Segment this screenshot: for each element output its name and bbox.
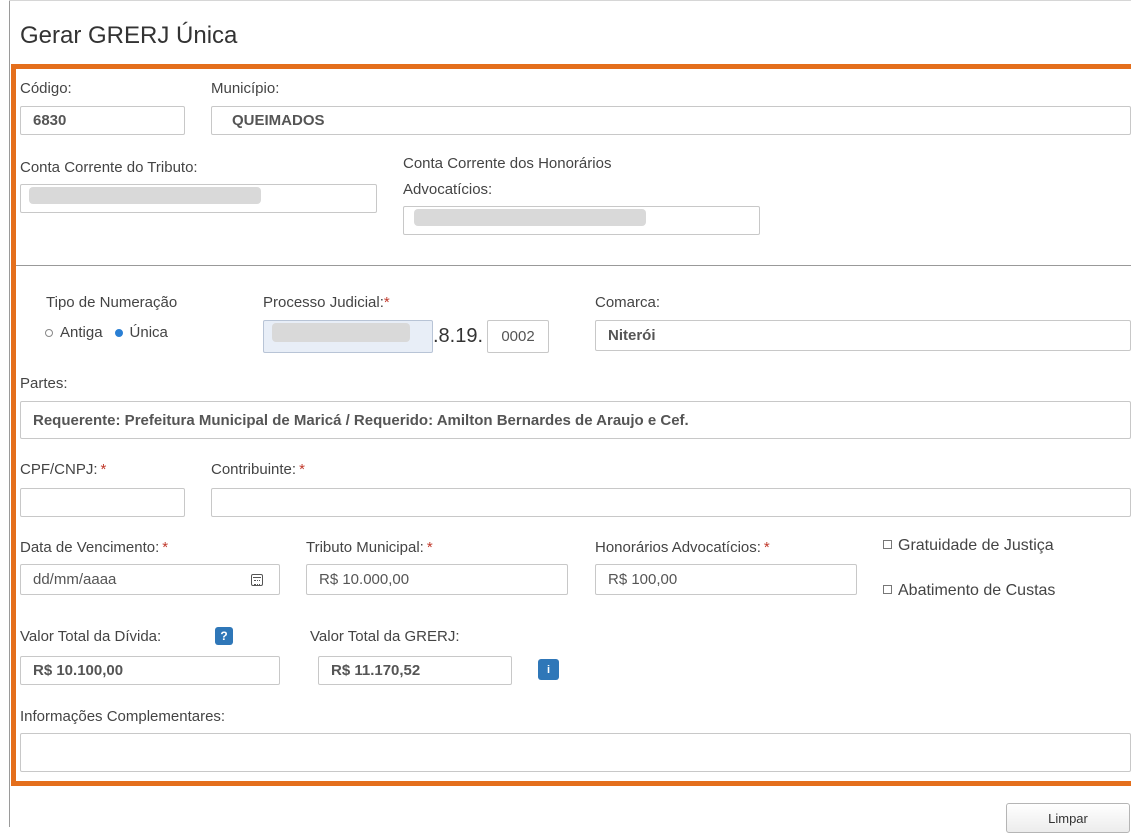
gratuidade-label[interactable]: Gratuidade de Justiça bbox=[898, 537, 1054, 554]
conta-honorarios-field[interactable] bbox=[403, 206, 760, 235]
data-vencimento-label: Data de Vencimento: * bbox=[20, 539, 169, 556]
valor-grerj-field[interactable]: R$ 11.170,52 bbox=[318, 656, 512, 685]
tipo-numeracao-options: Antiga Única bbox=[45, 324, 168, 341]
gratuidade-checkbox[interactable] bbox=[883, 540, 892, 549]
abatimento-label[interactable]: Abatimento de Custas bbox=[898, 582, 1055, 599]
data-vencimento-placeholder: dd/mm/aaaa bbox=[33, 571, 117, 588]
contribuinte-input[interactable] bbox=[211, 488, 1131, 517]
comarca-label: Comarca: bbox=[595, 294, 661, 311]
radio-antiga-label[interactable]: Antiga bbox=[60, 324, 103, 341]
honorarios-label: Honorários Advocatícios: * bbox=[595, 539, 770, 556]
limpar-button[interactable]: Limpar bbox=[1006, 803, 1130, 833]
cpf-input[interactable] bbox=[20, 488, 185, 517]
comarca-field[interactable]: Niterói bbox=[595, 320, 1131, 351]
info-icon[interactable]: i bbox=[538, 659, 559, 680]
codigo-label: Código: bbox=[20, 80, 72, 97]
valor-divida-label: Valor Total da Dívida: bbox=[20, 628, 162, 645]
municipio-field[interactable]: QUEIMADOS bbox=[211, 106, 1131, 135]
data-vencimento-input[interactable]: dd/mm/aaaa bbox=[20, 564, 280, 595]
cpf-label: CPF/CNPJ: * bbox=[20, 461, 107, 478]
abatimento-checkbox[interactable] bbox=[883, 585, 892, 594]
calendar-icon[interactable] bbox=[251, 574, 263, 586]
partes-field[interactable]: Requerente: Prefeitura Municipal de Mari… bbox=[20, 401, 1131, 439]
conta-tributo-field[interactable] bbox=[20, 184, 377, 213]
processo-separator: .8.19. bbox=[433, 325, 484, 347]
tipo-numeracao-label: Tipo de Numeração bbox=[46, 294, 178, 311]
processo-label: Processo Judicial:* bbox=[263, 294, 390, 311]
tributo-label: Tributo Municipal: * bbox=[306, 539, 433, 556]
processo-origin-field[interactable]: 0002 bbox=[487, 320, 549, 353]
abatimento-option[interactable]: Abatimento de Custas bbox=[883, 582, 1055, 600]
window-top-border bbox=[9, 0, 1131, 1]
page-title: Gerar GRERJ Única bbox=[20, 22, 238, 49]
municipio-label: Município: bbox=[211, 80, 280, 97]
gratuidade-option[interactable]: Gratuidade de Justiça bbox=[883, 537, 1054, 555]
tributo-input[interactable]: R$ 10.000,00 bbox=[306, 564, 568, 595]
valor-divida-field[interactable]: R$ 10.100,00 bbox=[20, 656, 280, 685]
help-icon[interactable]: ? bbox=[215, 627, 233, 645]
codigo-field[interactable]: 6830 bbox=[20, 106, 185, 135]
valor-grerj-label: Valor Total da GRERJ: bbox=[310, 628, 460, 645]
radio-unica-label[interactable]: Única bbox=[130, 324, 168, 341]
redacted-value bbox=[414, 209, 646, 226]
radio-antiga[interactable] bbox=[45, 328, 53, 337]
conta-honorarios-label-line1: Conta Corrente dos Honorários bbox=[403, 155, 612, 172]
redacted-value bbox=[272, 323, 410, 342]
section-divider bbox=[16, 265, 1131, 266]
contribuinte-label: Contribuinte: * bbox=[211, 461, 305, 478]
informacoes-label: Informações Complementares: bbox=[20, 708, 226, 725]
window-left-border bbox=[9, 0, 10, 827]
redacted-value bbox=[29, 187, 261, 204]
conta-honorarios-label-line2: Advocatícios: bbox=[403, 181, 493, 198]
partes-label: Partes: bbox=[20, 375, 68, 392]
radio-unica[interactable] bbox=[114, 328, 123, 337]
honorarios-input[interactable]: R$ 100,00 bbox=[595, 564, 857, 595]
conta-tributo-label: Conta Corrente do Tributo: bbox=[20, 159, 198, 176]
processo-number-field[interactable] bbox=[263, 320, 433, 353]
informacoes-textarea[interactable] bbox=[20, 733, 1131, 772]
